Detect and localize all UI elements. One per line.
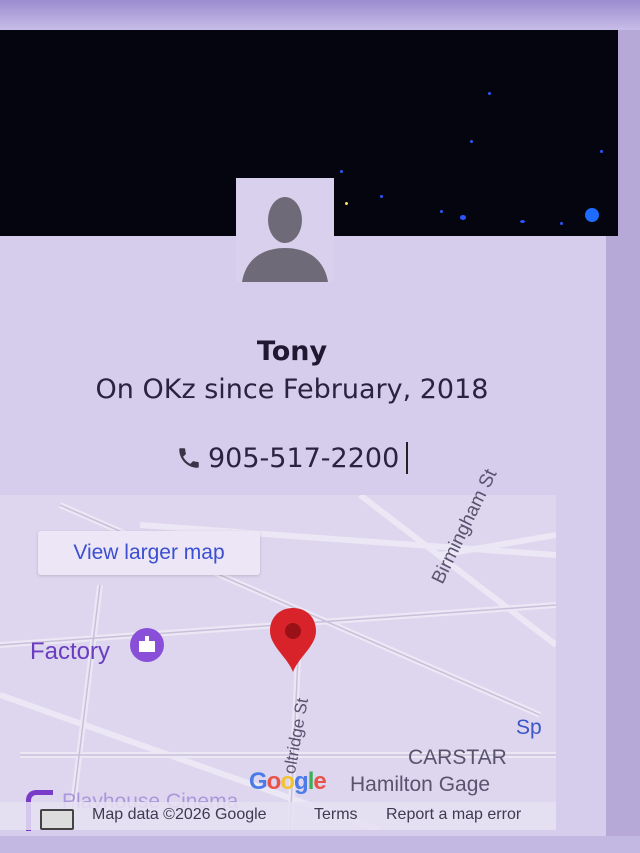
- member-since: On OKz since February, 2018: [95, 374, 489, 405]
- page-bottom: [0, 836, 640, 853]
- keyboard-shortcuts-icon[interactable]: [40, 809, 74, 830]
- text-cursor: [406, 442, 409, 474]
- phone-icon: [179, 448, 199, 468]
- map-pin-icon[interactable]: [268, 606, 318, 678]
- phone-link[interactable]: 905-517-2200: [176, 442, 409, 474]
- screen-bezel: [0, 0, 640, 30]
- map-terms-link[interactable]: Terms: [314, 806, 358, 824]
- view-larger-map-link[interactable]: View larger map: [38, 531, 260, 575]
- google-logo: Google: [249, 768, 327, 795]
- map-label-carstar[interactable]: CARSTAR: [408, 746, 507, 770]
- report-map-error-link[interactable]: Report a map error: [386, 806, 521, 824]
- map-label-hamilton-gage[interactable]: Hamilton Gage: [350, 773, 490, 797]
- avatar[interactable]: [236, 178, 334, 282]
- avatar-silhouette-icon: [242, 197, 328, 282]
- factory-poi-icon[interactable]: [130, 628, 164, 662]
- profile-name: Tony: [256, 336, 328, 367]
- phone-number: 905-517-2200: [208, 442, 400, 474]
- map-label-sp[interactable]: Sp: [516, 716, 542, 740]
- map-label-factory[interactable]: Factory: [30, 638, 110, 666]
- map-data-attribution: Map data ©2026 Google: [92, 806, 267, 823]
- map-footer: Map data ©2026 Google Terms Report a map…: [0, 802, 556, 830]
